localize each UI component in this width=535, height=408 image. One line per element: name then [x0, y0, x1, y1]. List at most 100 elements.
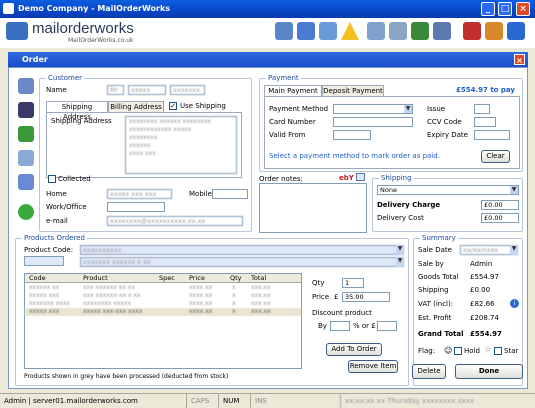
- table-row-selected[interactable]: xxxxx xxx xxxxx xxx-xxx xxxx xxxx.xx x xxx.x…: [25, 308, 301, 316]
- duplicate-icon[interactable]: [18, 174, 34, 190]
- sale-by-label: Sale by: [418, 260, 444, 268]
- attach-icon[interactable]: [18, 126, 34, 142]
- chart-icon[interactable]: [485, 22, 503, 40]
- product-code-field[interactable]: [24, 256, 64, 266]
- customer-group: Customer Name Mr xxxxx xxxxxxx Shipping …: [39, 74, 252, 232]
- logo: mailorderworks MailOrderWorks.co.uk: [6, 20, 176, 46]
- delivery-cost-field[interactable]: £0.00: [481, 213, 519, 223]
- column-qty[interactable]: Qty: [230, 274, 242, 283]
- card-number-field[interactable]: [333, 117, 413, 127]
- tab-main-payment[interactable]: Main Payment: [264, 85, 322, 96]
- ebay-icon[interactable]: ebY: [339, 174, 354, 182]
- tab-shipping-address[interactable]: Shipping Address: [46, 101, 108, 121]
- delivery-charge-field[interactable]: £0.00: [481, 200, 519, 210]
- column-spec[interactable]: Spec: [159, 274, 175, 283]
- close-order-button[interactable]: ×: [514, 54, 525, 65]
- products-table[interactable]: Code Product Spec Price Qty Total xxxxxx…: [24, 273, 302, 369]
- column-price[interactable]: Price: [189, 274, 205, 283]
- product-code-label: Product Code:: [24, 246, 74, 254]
- status-bar: Admin | server01.mailorderworks.com CAPS…: [0, 393, 535, 408]
- price-currency: £: [334, 293, 339, 301]
- shipping-method-select[interactable]: None ▼: [377, 185, 519, 195]
- star-checkbox[interactable]: [494, 347, 502, 355]
- reports-icon[interactable]: [389, 22, 407, 40]
- refresh-icon[interactable]: [411, 22, 429, 40]
- discount-percent-field[interactable]: [330, 321, 350, 331]
- payment-method-select[interactable]: ▼: [333, 104, 413, 114]
- vat-info-icon[interactable]: i: [510, 299, 519, 308]
- cell-total: xxx.xx: [251, 292, 271, 299]
- close-window-button[interactable]: ×: [516, 2, 530, 16]
- email-field[interactable]: xxxxxxxx@xxxxxxxxxx.xx.xx: [107, 216, 243, 226]
- table-row[interactable]: xxxxxxx xxxx xxxxxxxx xxxxx xxxx.xx x xxx.xx: [25, 300, 301, 308]
- table-row[interactable]: xxxxxx xx xxx xxxxxx xx xx xxxx.xx x xxx.xx: [25, 284, 301, 292]
- tab-billing-address[interactable]: Billing Address: [108, 101, 164, 112]
- email-label: e-mail: [46, 217, 68, 225]
- goods-total-value: £554.97: [470, 273, 499, 281]
- customers-icon[interactable]: [297, 22, 315, 40]
- mobile-field[interactable]: [212, 189, 248, 199]
- order-title-text: Order: [22, 55, 48, 64]
- issue-field[interactable]: [474, 104, 490, 114]
- chevron-down-icon[interactable]: ▼: [396, 245, 404, 255]
- shipping-address-field[interactable]: xxxxxxxx xxxxxx xxxxxxxx xxxxxxxxxxxx xx…: [125, 116, 237, 174]
- vat-value: £82.66: [470, 300, 495, 308]
- valid-from-field[interactable]: [333, 130, 371, 140]
- minimize-button[interactable]: _: [481, 2, 495, 16]
- done-button[interactable]: Done: [455, 364, 523, 379]
- complete-check-icon[interactable]: [18, 204, 34, 220]
- use-shipping-checkbox[interactable]: ✓: [169, 102, 177, 110]
- cell-price: xxxx.xx: [189, 292, 213, 299]
- chevron-down-icon[interactable]: ▼: [510, 245, 518, 255]
- products-icon[interactable]: [319, 22, 337, 40]
- qty-field[interactable]: 1: [342, 278, 364, 288]
- discount-label: Discount product: [312, 309, 372, 317]
- users-icon[interactable]: [507, 22, 525, 40]
- chevron-down-icon: ▼: [510, 186, 518, 194]
- order-notes-field[interactable]: [259, 183, 367, 233]
- save-icon[interactable]: [18, 102, 34, 118]
- cell-code: xxxxxx xx: [29, 284, 60, 291]
- remove-item-button[interactable]: Remove Item: [348, 360, 398, 373]
- cell-code: xxxxxxx xxxx: [29, 300, 70, 307]
- column-code[interactable]: Code: [29, 274, 46, 283]
- last-name-field[interactable]: xxxxxxx: [170, 85, 205, 95]
- amount-due: £554.97 to pay: [456, 86, 515, 94]
- customer-group-title: Customer: [46, 74, 85, 82]
- column-total[interactable]: Total: [251, 274, 266, 283]
- price-field[interactable]: 35.00: [342, 292, 390, 302]
- edit-icon[interactable]: [367, 22, 385, 40]
- first-name-field[interactable]: xxxxx: [128, 85, 166, 95]
- discount-amount-field[interactable]: [377, 321, 397, 331]
- home-phone-field[interactable]: xxxxx xxx xxx: [107, 189, 172, 199]
- shop-icon[interactable]: [463, 22, 481, 40]
- cell-product: xxxxxxxx xxxxx: [83, 300, 132, 307]
- qty-label: Qty: [312, 279, 325, 287]
- notes-expand-icon[interactable]: [356, 173, 365, 181]
- stock-icon[interactable]: [433, 22, 451, 40]
- work-phone-field[interactable]: [107, 202, 165, 212]
- status-date: xx:xx:xx xx Thursday xxxxxxxx xxxx: [340, 394, 535, 408]
- ccv-field[interactable]: [474, 117, 496, 127]
- product-search-select[interactable]: xxxxxxxxxx: [80, 245, 404, 255]
- products-group: Products Ordered Product Code: xxxxxxxxx…: [15, 234, 409, 386]
- collected-checkbox[interactable]: [48, 175, 56, 183]
- orders-add-icon[interactable]: [275, 22, 293, 40]
- add-to-order-button[interactable]: Add To Order: [326, 343, 382, 356]
- print-icon[interactable]: [18, 78, 34, 94]
- chevron-down-icon[interactable]: ▼: [396, 257, 404, 267]
- clear-payment-button[interactable]: Clear: [481, 150, 510, 163]
- product-selected-select[interactable]: xxxxxxx xxxxxx x xx: [80, 257, 404, 267]
- maximize-button[interactable]: □: [498, 2, 512, 16]
- cell-total: xxx.xx: [251, 284, 271, 291]
- cell-product: xxx xxxxxx-xx x xx: [83, 292, 141, 299]
- copy-icon[interactable]: [18, 150, 34, 166]
- home-phone-label: Home: [46, 190, 67, 198]
- hold-checkbox[interactable]: [454, 347, 462, 355]
- expiry-field[interactable]: [474, 130, 510, 140]
- delete-button[interactable]: Delete: [412, 364, 446, 379]
- column-product[interactable]: Product: [83, 274, 108, 283]
- name-title-field[interactable]: Mr: [107, 85, 124, 95]
- table-row[interactable]: xxxxx xxx xxx xxxxxx-xx x xx xxxx.xx x xxx.x…: [25, 292, 301, 300]
- tab-deposit-payment[interactable]: Deposit Payment: [322, 85, 384, 96]
